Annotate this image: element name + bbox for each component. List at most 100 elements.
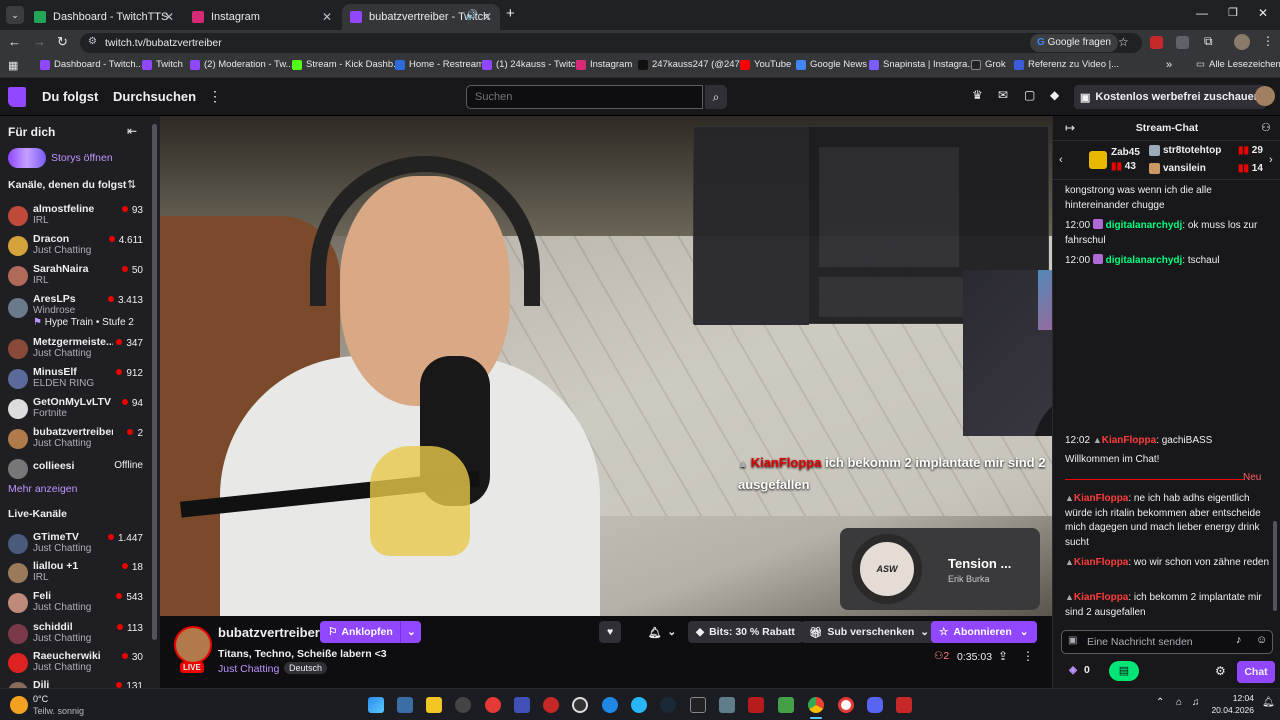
extension-icon[interactable] [1176, 36, 1189, 49]
clock-date[interactable]: 20.04.2026 [1210, 705, 1254, 715]
collapse-sidebar-icon[interactable]: ⇤ [127, 124, 137, 138]
browser-menu-icon[interactable]: ⋮ [1262, 34, 1274, 48]
clock-time[interactable]: 12:04 [1210, 693, 1254, 703]
bookmark-item[interactable]: YouTube [740, 59, 791, 70]
ad-free-button[interactable]: ▣ Kostenlos werbefrei zuschauen [1074, 85, 1267, 109]
volume-icon[interactable]: ♫ [1192, 697, 1200, 708]
back-icon[interactable]: ← [8, 34, 21, 49]
new-tab-button[interactable]: + [506, 5, 515, 22]
subscribe-button[interactable]: ☆ Abonnieren ⌄ [931, 621, 1037, 643]
sidebar-scrollbar[interactable] [152, 124, 157, 640]
sidebar-channel-liallou[interactable]: liallou +1 IRL 18 [0, 559, 150, 589]
address-bar[interactable]: ⚙ twitch.tv/bubatzvertreiber G Google fr… [80, 33, 1142, 53]
site-info-icon[interactable]: ⚙ [88, 36, 97, 47]
chevron-right-icon[interactable]: › [1269, 154, 1273, 166]
channel-name[interactable]: bubatzvertreiber [218, 625, 320, 640]
browser-tab-instagram[interactable]: Instagram ✕ [184, 4, 340, 30]
stream-category[interactable]: Just Chatting [218, 663, 279, 675]
nav-following[interactable]: Du folgst [42, 89, 98, 104]
app-news2-icon[interactable] [896, 697, 912, 713]
weather-icon[interactable] [10, 696, 28, 714]
app-terminal-icon[interactable] [690, 697, 706, 713]
apps-grid-icon[interactable]: ▦ [8, 59, 18, 72]
google-lens-button[interactable]: G Google fragen [1030, 34, 1118, 52]
more-options-icon[interactable]: ⋮ [1022, 649, 1034, 663]
discord-icon[interactable] [867, 697, 883, 713]
steam-icon[interactable] [660, 697, 676, 713]
calculator-icon[interactable] [397, 697, 413, 713]
chevron-left-icon[interactable]: ‹ [1059, 154, 1063, 166]
profile-avatar[interactable] [1234, 34, 1250, 50]
bookmark-item[interactable]: Stream - Kick Dashb... [292, 59, 401, 70]
app-blue-icon[interactable] [602, 697, 618, 713]
twitch-logo-icon[interactable] [8, 87, 26, 107]
knock-button[interactable]: ⚐ Anklopfen [320, 621, 401, 643]
sidebar-channel-metzgermeister[interactable]: Metzgermeiste... Just Chatting 347 [0, 335, 150, 365]
share-icon[interactable]: ⇪ [998, 649, 1008, 663]
sort-icon[interactable]: ⇅ [127, 178, 136, 191]
visual-studio-icon[interactable] [514, 697, 530, 713]
sidebar-channel-sarahnaira[interactable]: SarahNaira IRL 50 [0, 262, 150, 292]
bookmark-item[interactable]: Dashboard - Twitch... [40, 59, 144, 70]
notification-bell-icon[interactable]: 🔔︎ [1262, 697, 1275, 708]
bookmark-item[interactable]: Google News [796, 59, 867, 70]
mouse-app-icon[interactable] [455, 697, 471, 713]
bookmark-item[interactable]: Instagram [576, 59, 632, 70]
stream-tag[interactable]: Deutsch [284, 662, 328, 674]
extension-icon[interactable] [1150, 36, 1163, 49]
close-tab-icon[interactable]: ✕ [322, 10, 332, 24]
sidebar-channel-raeucherwiki[interactable]: Raeucherwiki Just Chatting 30 [0, 649, 150, 679]
obs-icon[interactable] [572, 697, 588, 713]
start-icon[interactable] [368, 697, 384, 713]
close-window-icon[interactable]: ✕ [1258, 6, 1268, 20]
close-tab-icon[interactable]: ✕ [164, 10, 174, 24]
sidebar-channel-minuself[interactable]: MinusElf ELDEN RING 912 [0, 365, 150, 395]
search-input[interactable] [466, 85, 703, 109]
bookmark-item[interactable]: Twitch [142, 59, 183, 70]
file-explorer-icon[interactable] [426, 697, 442, 713]
search-button[interactable]: ⌕ [705, 85, 727, 109]
gift-sub-button[interactable]: 🎁︎ Sub verschenken ⌄ [801, 621, 938, 643]
sidebar-channel-dili[interactable]: Dili 131 [0, 678, 150, 688]
opera-icon[interactable] [838, 697, 854, 713]
channel-points[interactable]: ◈ 0 [1069, 664, 1090, 676]
bookmark-item[interactable]: Referenz zu Video |... [1014, 59, 1119, 70]
chat-settings-small-icon[interactable]: ▣ [1068, 635, 1077, 646]
app-grid-icon[interactable] [719, 697, 735, 713]
bits-button[interactable]: ◆ Bits: 30 % Rabatt [688, 621, 803, 643]
knock-dropdown-button[interactable]: ⌄ [400, 621, 421, 643]
bits-icon[interactable]: ◆ [1050, 88, 1059, 102]
close-tab-icon[interactable]: ✕ [482, 10, 492, 24]
chrome-icon[interactable] [808, 697, 824, 713]
chat-input-box[interactable]: ▣ Eine Nachricht senden ♪ ☺ [1061, 630, 1273, 654]
video-player[interactable]: ▲ KianFloppa ich bekomm 2 implantate mir… [160, 116, 1052, 616]
tab-search-button[interactable]: ⌄ [6, 6, 24, 24]
community-icon[interactable]: ⚇ [1261, 121, 1271, 134]
nav-more-icon[interactable]: ⋮ [208, 88, 222, 105]
whispers-icon[interactable]: ▢ [1024, 88, 1035, 102]
bookmark-item[interactable]: Grok [971, 59, 1006, 70]
tray-overflow-icon[interactable]: ⌃ [1156, 697, 1164, 708]
app-record-icon[interactable] [543, 697, 559, 713]
sidebar-channel-feli[interactable]: Feli Just Chatting 543 [0, 589, 150, 619]
bookmark-item[interactable]: 247kauss247 (@247... [638, 59, 748, 70]
app-news-icon[interactable] [748, 697, 764, 713]
notification-button[interactable]: 🔔︎ ⌄ [640, 621, 684, 643]
sidebar-channel-areslps[interactable]: AresLPs Windrose ⚑ Hype Train • Stufe 2 3.4… [0, 292, 150, 332]
app-red-icon[interactable] [485, 697, 501, 713]
bookmark-item[interactable]: Snapinsta | Instagra... [869, 59, 975, 70]
chat-send-button[interactable]: Chat [1237, 661, 1275, 683]
stories-button[interactable]: Storys öffnen [8, 148, 113, 168]
app-cyan-icon[interactable] [631, 697, 647, 713]
all-bookmarks-folder[interactable]: ▭ Alle Lesezeichen [1196, 59, 1280, 70]
sidebar-channel-schiddil[interactable]: schiddil Just Chatting 113 [0, 620, 150, 650]
more-bookmarks-icon[interactable]: » [1166, 59, 1172, 71]
extensions-puzzle-icon[interactable]: ⧉ [1204, 34, 1213, 49]
crown-icon[interactable]: ♛ [972, 88, 983, 102]
maximize-window-icon[interactable]: ❐ [1228, 6, 1238, 19]
chat-settings-icon[interactable]: ⚙ [1215, 664, 1226, 678]
network-icon[interactable]: ⌂ [1176, 697, 1182, 708]
bookmark-item[interactable]: (1) 24kauss - Twitch [482, 59, 581, 70]
points-bonus-button[interactable]: ▤ [1109, 661, 1139, 681]
bookmark-item[interactable]: (2) Moderation - Tw... [190, 59, 294, 70]
